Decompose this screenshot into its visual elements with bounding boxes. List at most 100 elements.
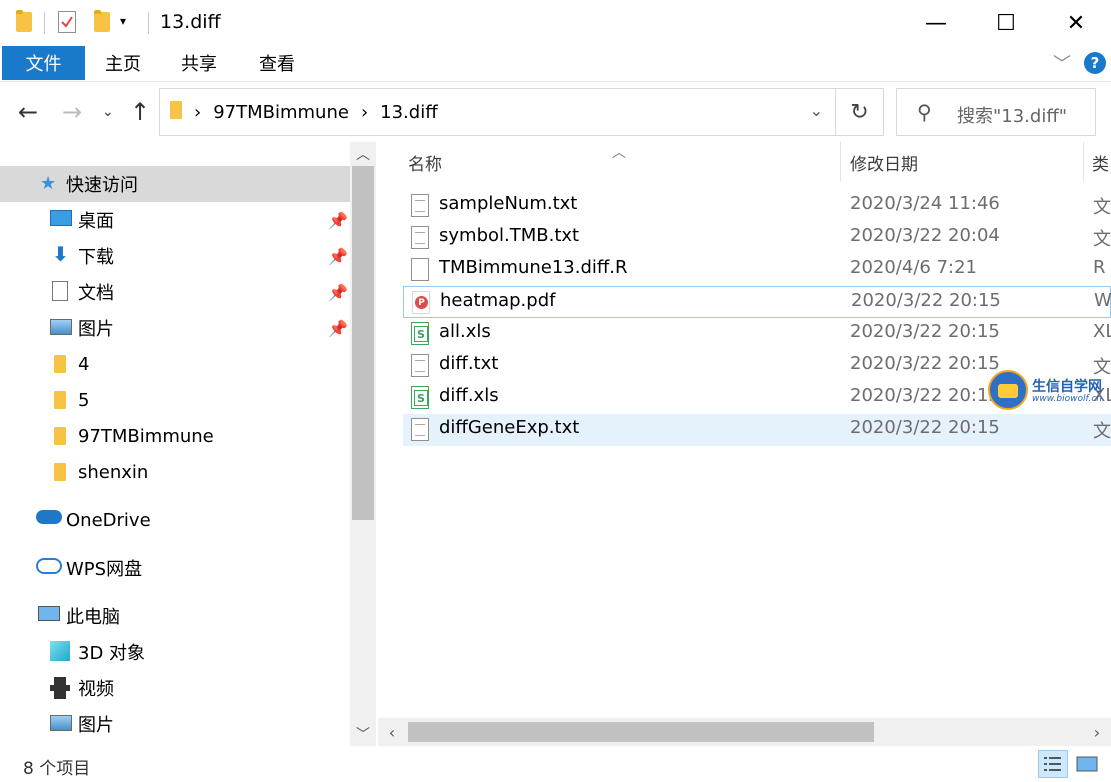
cube-icon bbox=[50, 641, 70, 661]
up-icon[interactable]: ↑ bbox=[130, 98, 150, 126]
nav-item-quick-access[interactable]: ★ 快速访问 bbox=[0, 166, 350, 202]
text-file-icon bbox=[411, 418, 429, 441]
scrollbar-thumb[interactable] bbox=[408, 722, 874, 742]
breadcrumb-item[interactable]: 97TMBimmune bbox=[213, 102, 349, 123]
text-file-icon bbox=[411, 194, 429, 217]
horizontal-scrollbar[interactable]: ‹ › bbox=[378, 718, 1111, 746]
file-type: 文 bbox=[1093, 229, 1111, 250]
file-name: heatmap.pdf bbox=[440, 290, 556, 311]
nav-item-pictures[interactable]: 图片 📌 bbox=[0, 310, 350, 346]
nav-item-this-pc[interactable]: 此电脑 bbox=[0, 598, 350, 634]
maximize-button[interactable]: ☐ bbox=[971, 0, 1041, 46]
download-icon: ⬇ bbox=[52, 242, 69, 266]
minimize-button[interactable]: — bbox=[901, 0, 971, 46]
pin-icon[interactable]: 📌 bbox=[328, 283, 348, 302]
details-view-icon bbox=[1044, 757, 1061, 771]
close-button[interactable]: ✕ bbox=[1041, 0, 1111, 46]
file-name: all.xls bbox=[439, 321, 491, 342]
folder-icon bbox=[54, 391, 76, 411]
tab-view[interactable]: 查看 bbox=[246, 46, 308, 80]
large-icons-view-button[interactable] bbox=[1072, 750, 1102, 778]
nav-item-folder-4[interactable]: 4 bbox=[0, 346, 350, 382]
file-date: 2020/3/22 20:04 bbox=[850, 225, 1000, 246]
nav-item-documents[interactable]: 文档 📌 bbox=[0, 274, 350, 310]
new-folder-icon[interactable] bbox=[92, 10, 112, 32]
search-icon: ⚲ bbox=[917, 100, 932, 124]
large-icons-view-icon bbox=[1076, 756, 1098, 772]
file-row[interactable]: diffGeneExp.txt 2020/3/22 20:15 文 bbox=[403, 414, 1111, 446]
pin-icon[interactable]: 📌 bbox=[328, 247, 348, 266]
properties-icon[interactable] bbox=[58, 11, 76, 33]
file-row[interactable]: heatmap.pdf 2020/3/22 20:15 W bbox=[403, 286, 1111, 318]
forward-icon[interactable]: → bbox=[62, 98, 82, 126]
recent-locations-icon[interactable]: ⌄ bbox=[102, 104, 114, 120]
nav-item-desktop[interactable]: 桌面 📌 bbox=[0, 202, 350, 238]
expand-ribbon-icon[interactable]: ﹀ bbox=[1053, 50, 1071, 76]
nav-item-downloads[interactable]: ⬇ 下载 📌 bbox=[0, 238, 350, 274]
column-header-type[interactable]: 类 bbox=[1092, 142, 1109, 182]
file-type: XL bbox=[1093, 321, 1111, 342]
address-dropdown-icon[interactable]: ⌄ bbox=[810, 101, 823, 120]
nav-item-3d-objects[interactable]: 3D 对象 bbox=[0, 634, 350, 670]
tab-share[interactable]: 共享 bbox=[168, 46, 230, 80]
back-icon[interactable]: ← bbox=[18, 98, 38, 126]
star-icon: ★ bbox=[40, 173, 57, 194]
nav-item-wps-cloud[interactable]: WPS网盘 bbox=[0, 550, 350, 586]
folder-icon bbox=[170, 100, 182, 124]
file-row[interactable]: TMBimmune13.diff.R 2020/4/6 7:21 R bbox=[403, 254, 1111, 286]
refresh-button[interactable]: ↻ bbox=[836, 88, 884, 136]
scroll-left-icon[interactable]: ‹ bbox=[378, 718, 406, 746]
address-bar[interactable]: › 97TMBimmune › 13.diff ⌄ bbox=[159, 88, 836, 136]
tab-file[interactable]: 文件 bbox=[2, 46, 85, 80]
folder-icon[interactable] bbox=[14, 10, 34, 32]
computer-icon bbox=[38, 606, 60, 621]
nav-item-folder-97tmbimmune[interactable]: 97TMBimmune bbox=[0, 418, 350, 454]
file-row[interactable]: symbol.TMB.txt 2020/3/22 20:04 文 bbox=[403, 222, 1111, 254]
tab-home[interactable]: 主页 bbox=[92, 46, 154, 80]
nav-item-folder-5[interactable]: 5 bbox=[0, 382, 350, 418]
file-name: diff.txt bbox=[439, 353, 499, 374]
breadcrumb-separator-icon[interactable]: › bbox=[194, 102, 201, 123]
spreadsheet-file-icon bbox=[411, 386, 429, 409]
address-row: ← → ⌄ ↑ › 97TMBimmune › 13.diff ⌄ ↻ ⚲ 搜索… bbox=[0, 82, 1111, 142]
pdf-file-icon bbox=[412, 291, 430, 314]
file-date: 2020/3/22 20:15 bbox=[850, 385, 1000, 406]
search-placeholder: 搜索"13.diff" bbox=[957, 106, 1068, 127]
nav-scrollbar[interactable]: ︿ ﹀ bbox=[350, 142, 376, 746]
scrollbar-thumb[interactable] bbox=[352, 166, 374, 520]
window-title: 13.diff bbox=[160, 11, 221, 33]
nav-item-onedrive[interactable]: OneDrive bbox=[0, 502, 350, 538]
document-icon bbox=[52, 281, 68, 301]
file-row[interactable]: all.xls 2020/3/22 20:15 XL bbox=[403, 318, 1111, 350]
breadcrumb-item[interactable]: 13.diff bbox=[380, 102, 437, 123]
pin-icon[interactable]: 📌 bbox=[328, 319, 348, 338]
blank-file-icon bbox=[411, 258, 429, 281]
nav-item-pictures-pc[interactable]: 图片 bbox=[0, 706, 350, 742]
breadcrumb-separator-icon[interactable]: › bbox=[361, 102, 368, 123]
details-view-button[interactable] bbox=[1038, 750, 1068, 778]
navigation-pane: ★ 快速访问 桌面 📌 ⬇ 下载 📌 文档 📌 图片 📌 4 5 97TMBim… bbox=[0, 142, 376, 746]
scroll-right-icon[interactable]: › bbox=[1083, 718, 1111, 746]
watermark-title: 生信自学网 bbox=[1032, 379, 1102, 395]
folder-icon bbox=[54, 427, 76, 447]
search-input[interactable]: ⚲ 搜索"13.diff" bbox=[896, 88, 1096, 136]
video-icon bbox=[50, 677, 70, 699]
file-type: 文 bbox=[1093, 421, 1111, 442]
pin-icon[interactable]: 📌 bbox=[328, 211, 348, 230]
file-row[interactable]: sampleNum.txt 2020/3/24 11:46 文 bbox=[403, 190, 1111, 222]
column-divider[interactable] bbox=[1083, 142, 1084, 182]
file-name: diffGeneExp.txt bbox=[439, 417, 580, 438]
nav-item-folder-shenxin[interactable]: shenxin bbox=[0, 454, 350, 490]
divider bbox=[44, 12, 45, 34]
scroll-down-icon[interactable]: ﹀ bbox=[350, 724, 376, 744]
customize-quick-access-icon[interactable]: ▾ bbox=[120, 14, 140, 34]
picture-icon bbox=[50, 319, 72, 335]
scroll-up-icon[interactable]: ︿ bbox=[350, 144, 376, 164]
column-header-name[interactable]: 名称 bbox=[408, 142, 442, 182]
watermark-url: www.biowolf.cn bbox=[1032, 394, 1102, 404]
column-header-date[interactable]: 修改日期 bbox=[850, 142, 918, 182]
help-icon[interactable]: ? bbox=[1084, 52, 1106, 74]
file-date: 2020/3/22 20:15 bbox=[850, 353, 1000, 374]
column-divider[interactable] bbox=[840, 142, 841, 182]
nav-item-videos[interactable]: 视频 bbox=[0, 670, 350, 706]
